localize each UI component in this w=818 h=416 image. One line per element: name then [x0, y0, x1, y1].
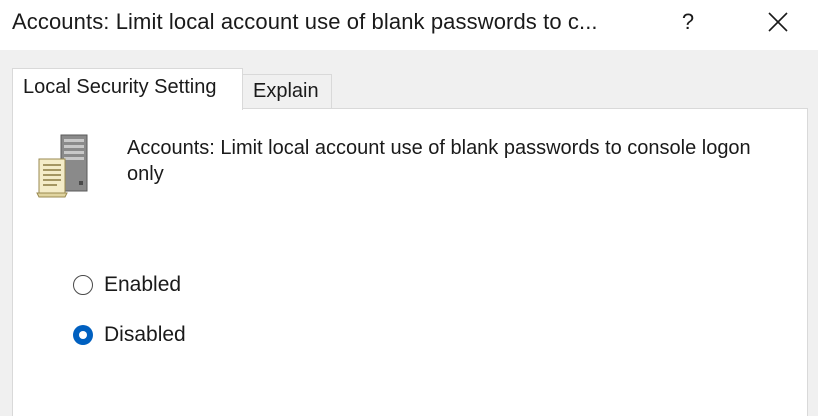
policy-properties-dialog: Accounts: Limit local account use of bla… [0, 0, 818, 416]
tab-local-security-setting[interactable]: Local Security Setting [12, 68, 243, 110]
tab-label: Local Security Setting [23, 76, 217, 98]
tab-explain[interactable]: Explain [242, 74, 332, 108]
enabled-label[interactable]: Enabled [104, 273, 181, 297]
tab-label: Explain [253, 80, 319, 102]
policy-title: Accounts: Limit local account use of bla… [127, 137, 751, 185]
close-button[interactable] [758, 4, 798, 40]
radio-unchecked-icon[interactable] [73, 275, 93, 295]
disabled-label[interactable]: Disabled [104, 323, 186, 347]
radio-checked-icon[interactable] [73, 325, 93, 345]
title-bar[interactable]: Accounts: Limit local account use of bla… [0, 0, 818, 50]
settings-panel: Accounts: Limit local account use of bla… [12, 108, 808, 416]
window-title: Accounts: Limit local account use of bla… [12, 9, 598, 34]
help-button[interactable]: ? [668, 4, 708, 40]
server-document-icon [36, 134, 88, 198]
close-icon [768, 12, 788, 32]
